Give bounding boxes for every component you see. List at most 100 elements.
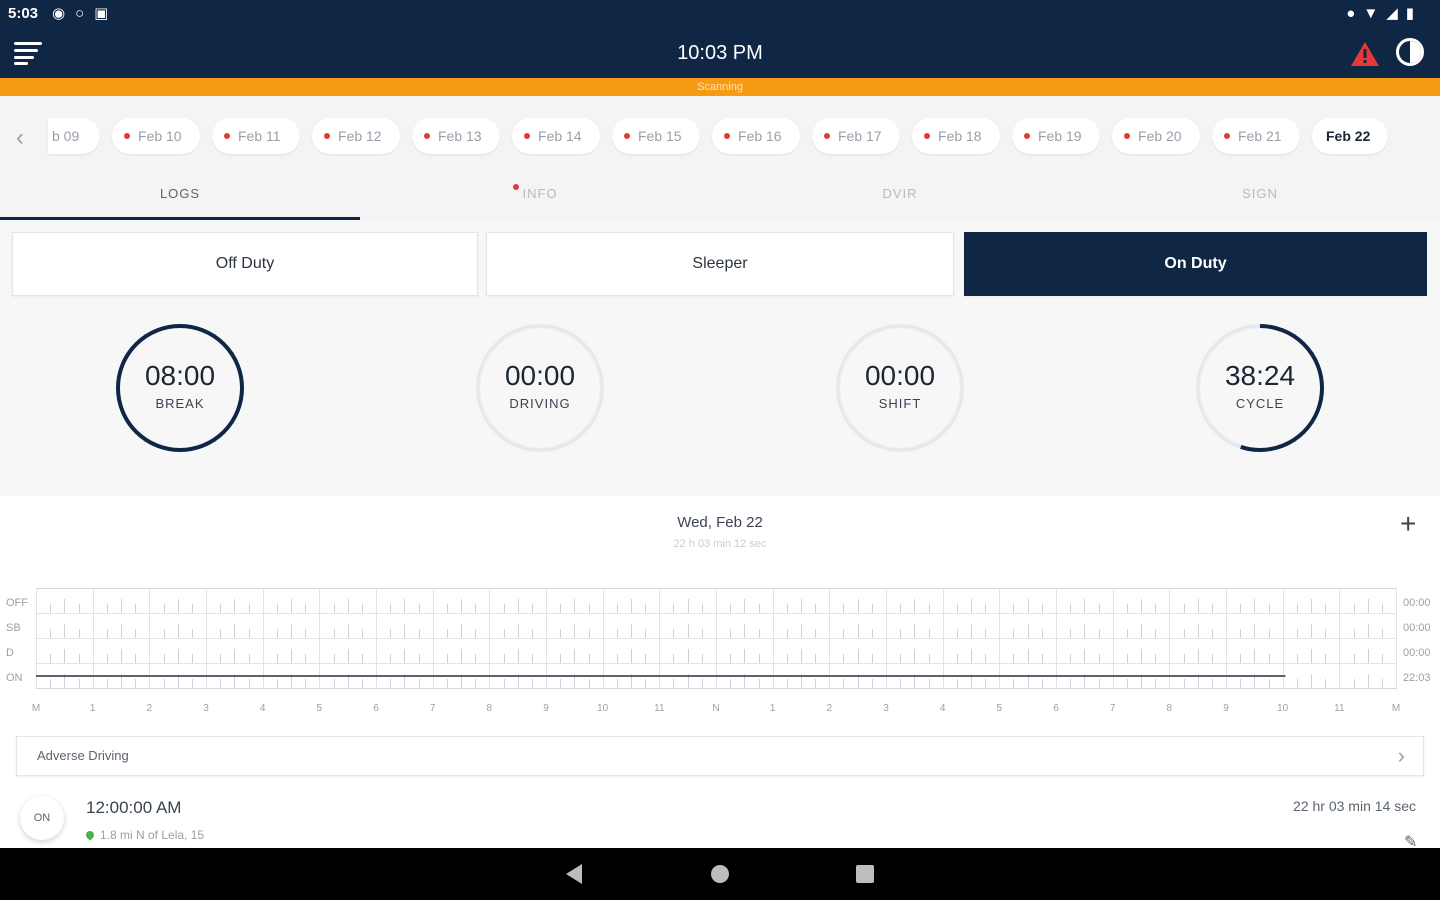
break-gauge: 08:00 BREAK xyxy=(114,322,246,454)
hour-label: 2 xyxy=(146,703,153,714)
total-on: 22:03 xyxy=(1403,672,1431,684)
date-chip[interactable]: Feb 18 xyxy=(912,118,1000,154)
date-chip-label: Feb 14 xyxy=(538,128,582,144)
hour-label: 4 xyxy=(259,703,266,714)
event-location-text: 1.8 mi N of Lela, 15 xyxy=(100,828,205,842)
hour-label: 3 xyxy=(883,703,889,714)
date-chip[interactable]: Feb 12 xyxy=(312,118,400,154)
log-graph xyxy=(36,588,1397,689)
tab-info-label: INFO xyxy=(522,186,558,201)
sleeper-button[interactable]: Sleeper xyxy=(486,232,954,296)
event-duration: 22 hr 03 min 14 sec xyxy=(1293,798,1416,814)
cycle-gauge: 38:24 CYCLE xyxy=(1194,322,1326,454)
nav-home-icon[interactable] xyxy=(711,865,729,883)
tab-info[interactable]: INFO xyxy=(360,178,720,220)
nav-back-icon[interactable] xyxy=(566,864,582,884)
adverse-driving-row[interactable]: Adverse Driving › xyxy=(16,736,1424,776)
log-violation-dot xyxy=(1224,133,1230,139)
info-badge-dot xyxy=(513,184,519,190)
tab-logs-label: LOGS xyxy=(159,186,201,201)
off-duty-button[interactable]: Off Duty xyxy=(12,232,478,296)
log-violation-dot xyxy=(924,133,930,139)
adverse-driving-label: Adverse Driving xyxy=(37,748,129,763)
status-bar: 5:03 ◉○▣ ●▼◢▮ xyxy=(0,0,1440,28)
hour-label: 5 xyxy=(316,703,323,714)
date-chip[interactable]: Feb 10 xyxy=(112,118,200,154)
wifi-icon: ▼ xyxy=(1363,5,1387,22)
current-time: 10:03 PM xyxy=(677,42,763,64)
on-duty-button[interactable]: On Duty xyxy=(964,232,1427,296)
status-notification-icons: ◉○▣ xyxy=(52,4,118,22)
break-label: BREAK xyxy=(155,396,205,411)
total-off: 00:00 xyxy=(1403,597,1431,609)
hour-label: 6 xyxy=(1053,703,1059,714)
hour-label: 3 xyxy=(203,703,209,714)
hour-label: 4 xyxy=(939,703,946,714)
shift-label: SHIFT xyxy=(878,396,922,411)
row-label-d: D xyxy=(6,647,14,659)
nav-recents-icon[interactable] xyxy=(856,865,874,883)
row-label-sb: SB xyxy=(6,622,21,634)
log-violation-dot xyxy=(524,133,530,139)
cycle-time-value: 38:24 xyxy=(1224,360,1296,391)
system-nav-bar xyxy=(0,848,1440,900)
date-chip[interactable]: b 09 xyxy=(48,118,100,154)
tab-sign[interactable]: SIGN xyxy=(1080,178,1440,220)
add-event-button[interactable]: + xyxy=(1400,510,1416,538)
log-date: Wed, Feb 22 xyxy=(677,514,763,531)
date-chip[interactable]: Feb 13 xyxy=(412,118,500,154)
date-chip-label: Feb 11 xyxy=(238,128,281,144)
cycle-label: CYCLE xyxy=(1235,396,1285,411)
event-location: 1.8 mi N of Lela, 15 xyxy=(84,828,205,842)
app-bar: 5:03 ◉○▣ ●▼◢▮ 10:03 PM xyxy=(0,0,1440,78)
location-icon: ● xyxy=(1346,5,1364,22)
hour-label: M xyxy=(31,703,41,714)
scanning-banner: Scanning xyxy=(0,78,1440,96)
date-chip-label: Feb 18 xyxy=(938,128,982,144)
tab-sign-label: SIGN xyxy=(1242,186,1278,201)
log-violation-dot xyxy=(1024,133,1030,139)
bus-icon: ▣ xyxy=(94,5,119,22)
contrast-icon[interactable] xyxy=(1396,38,1424,66)
hour-label: 7 xyxy=(429,703,436,714)
hour-label: 11 xyxy=(1334,703,1345,714)
date-chip[interactable]: Feb 15 xyxy=(612,118,700,154)
message-icon: ◉ xyxy=(52,5,76,22)
date-chip[interactable]: Feb 20 xyxy=(1112,118,1200,154)
driving-label: DRIVING xyxy=(509,396,571,411)
tab-dvir[interactable]: DVIR xyxy=(720,178,1080,220)
status-time: 5:03 xyxy=(8,5,39,22)
date-chip-label: Feb 12 xyxy=(338,128,382,144)
date-chip[interactable]: Feb 11 xyxy=(212,118,300,154)
hour-label: M xyxy=(1391,703,1401,714)
date-chip[interactable]: Feb 22 xyxy=(1312,118,1388,154)
signal-icon: ◢ xyxy=(1386,5,1406,22)
chevron-left-icon[interactable]: ‹ xyxy=(16,124,24,152)
hour-label: 9 xyxy=(543,703,549,714)
log-violation-dot xyxy=(624,133,630,139)
date-chip[interactable]: Feb 21 xyxy=(1212,118,1300,154)
log-duration: 22 h 03 min 12 sec xyxy=(673,538,767,550)
date-chip-label: Feb 16 xyxy=(738,128,782,144)
hour-label: 10 xyxy=(1277,703,1289,714)
hour-label: 7 xyxy=(1109,703,1116,714)
log-violation-dot xyxy=(824,133,830,139)
date-chip[interactable]: Feb 16 xyxy=(712,118,800,154)
date-chip-label: Feb 13 xyxy=(438,128,482,144)
hour-label: 1 xyxy=(769,703,776,714)
tab-logs[interactable]: LOGS xyxy=(0,178,360,220)
hour-label: 2 xyxy=(826,703,833,714)
date-chip-label: Feb 17 xyxy=(838,128,882,144)
status-system-icons: ●▼◢▮ xyxy=(1346,4,1422,22)
date-chip[interactable]: Feb 14 xyxy=(512,118,600,154)
hour-label: 5 xyxy=(996,703,1003,714)
date-chip[interactable]: Feb 19 xyxy=(1012,118,1100,154)
date-chip-label: b 09 xyxy=(52,128,80,144)
drop-icon: ○ xyxy=(75,5,95,22)
warning-icon[interactable] xyxy=(1350,40,1380,68)
driving-gauge: 00:00 DRIVING xyxy=(474,322,606,454)
driving-time-value: 00:00 xyxy=(504,360,576,391)
battery-icon: ▮ xyxy=(1405,5,1422,22)
date-chip[interactable]: Feb 17 xyxy=(812,118,900,154)
date-chip-label: Feb 21 xyxy=(1238,128,1282,144)
